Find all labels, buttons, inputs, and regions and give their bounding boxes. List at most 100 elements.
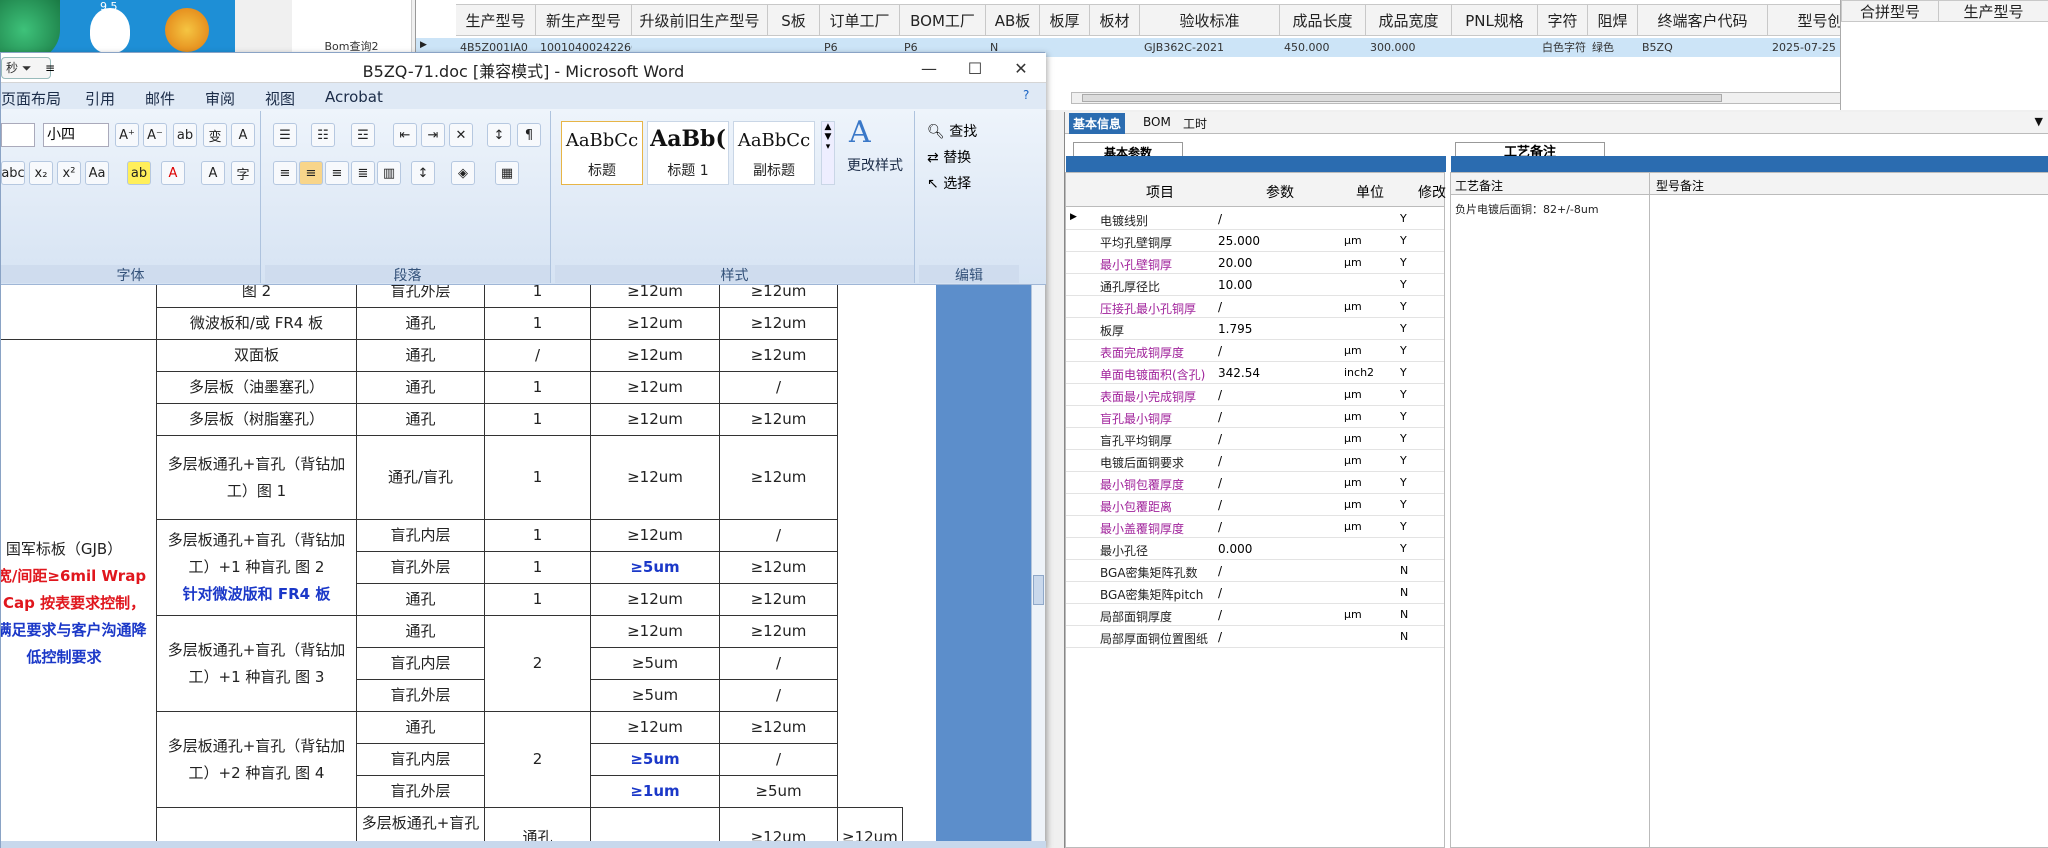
param-row[interactable]: ▶ 电镀线别 / Y: [1066, 208, 1444, 230]
borders-icon[interactable]: ▦: [495, 161, 519, 185]
process-note-text[interactable]: 负片电镀后面铜：82+/-8um: [1455, 201, 1599, 217]
maximize-icon[interactable]: ☐: [952, 53, 998, 83]
char-border-icon[interactable]: A: [231, 123, 255, 147]
styles-scroll[interactable]: ▲ ▼ ▾: [821, 121, 835, 185]
multilevel-list-icon[interactable]: ☲: [351, 123, 375, 147]
param-row[interactable]: 最小孔壁铜厚 20.00 μm Y: [1066, 252, 1444, 274]
grid-cell-12[interactable]: [1456, 38, 1538, 56]
numbering-icon[interactable]: ☷: [311, 123, 335, 147]
bom-query-shortcut[interactable]: Bom查询2: [292, 0, 660, 60]
style-title[interactable]: AaBbCc 标题: [561, 121, 643, 185]
sort-icon[interactable]: ↕: [487, 123, 511, 147]
show-marks-icon[interactable]: ¶: [517, 123, 541, 147]
grid-header-7[interactable]: 板厚: [1040, 4, 1090, 36]
distributed-icon[interactable]: ▥: [377, 161, 401, 185]
change-case-icon[interactable]: Aa: [85, 161, 109, 185]
grid-header-2[interactable]: 升级前旧生产型号: [632, 4, 768, 36]
tab-hours[interactable]: 工时: [1183, 115, 1207, 132]
gjb-category-cell[interactable]: 国军标板（GJB）线宽/间距≥6mil Wrap 和 Cap 按表要求控制，不满…: [1, 339, 157, 841]
replace-button[interactable]: ⇄ 替换: [927, 147, 971, 167]
grid-header-15[interactable]: 终端客户代码: [1638, 4, 1768, 36]
grid-header-1[interactable]: 新生产型号: [536, 4, 632, 36]
align-center-icon[interactable]: ≡: [299, 161, 323, 185]
help-icon[interactable]: ?: [1023, 88, 1029, 102]
param-row[interactable]: 压接孔最小孔铜厚 / μm Y: [1066, 296, 1444, 318]
close-icon[interactable]: ✕: [998, 53, 1044, 83]
param-row[interactable]: 局部面铜厚度 / μm N: [1066, 604, 1444, 626]
tab-acrobat[interactable]: Acrobat: [325, 88, 383, 106]
clear-format-icon[interactable]: ab: [173, 123, 197, 147]
enclosed-char-icon[interactable]: 字: [231, 161, 255, 185]
param-row[interactable]: 盲孔最小铜厚 / μm Y: [1066, 406, 1444, 428]
param-row[interactable]: 盲孔平均铜厚 / μm Y: [1066, 428, 1444, 450]
align-left-icon[interactable]: ≡: [273, 161, 297, 185]
col-modify[interactable]: 修改: [1418, 182, 1446, 202]
grid-cell-13[interactable]: 白色字符: [1542, 38, 1588, 56]
tab-mailings[interactable]: 邮件: [145, 88, 175, 109]
param-row[interactable]: 表面完成铜厚度 / μm Y: [1066, 340, 1444, 362]
param-row[interactable]: BGA密集矩阵孔数 / N: [1066, 560, 1444, 582]
char-shading-icon[interactable]: A: [201, 161, 225, 185]
col-unit[interactable]: 单位: [1356, 182, 1384, 202]
strikethrough-icon[interactable]: abc: [1, 161, 25, 185]
tab-basic-info[interactable]: 基本信息: [1069, 113, 1126, 134]
align-right-icon[interactable]: ≡: [325, 161, 349, 185]
param-row[interactable]: 通孔厚径比 10.00 Y: [1066, 274, 1444, 296]
bird-icon[interactable]: [90, 8, 130, 53]
param-row[interactable]: 最小铜包覆厚度 / μm Y: [1066, 472, 1444, 494]
grid-header-14[interactable]: 阻焊: [1588, 4, 1638, 36]
bullets-icon[interactable]: ☰: [273, 123, 297, 147]
document-page[interactable]: 图 2 盲孔外层 1 ≥12um ≥12um 微波板和/或 FR4 板通孔 1 ≥12um ≥1…: [1, 285, 936, 841]
style-subtitle[interactable]: AaBbCc 副标题: [733, 121, 815, 185]
grid-cell-7[interactable]: [1044, 38, 1090, 56]
phonetic-icon[interactable]: 变: [203, 123, 227, 147]
param-row[interactable]: 平均孔壁铜厚 25.000 μm Y: [1066, 230, 1444, 252]
grid-header-3[interactable]: S板: [768, 4, 820, 36]
grid-cell-9[interactable]: GJB362C-2021: [1144, 38, 1280, 56]
col-param[interactable]: 参数: [1266, 182, 1294, 202]
highlight-icon[interactable]: ab: [127, 161, 151, 185]
col-item[interactable]: 项目: [1146, 182, 1174, 202]
increase-indent-icon[interactable]: ⇥: [421, 123, 445, 147]
grid-header-11[interactable]: 成品宽度: [1366, 4, 1452, 36]
param-row[interactable]: 局部厚面铜位置图纸 / N: [1066, 626, 1444, 648]
dropdown-arrow-icon[interactable]: ▼: [2035, 115, 2043, 128]
grid-header-12[interactable]: PNL规格: [1452, 4, 1538, 36]
subscript-icon[interactable]: x₂: [29, 161, 53, 185]
font-name-box[interactable]: [1, 123, 35, 147]
change-styles-button[interactable]: 更改样式: [847, 155, 903, 175]
grid-header-5[interactable]: BOM工厂: [900, 4, 986, 36]
select-button[interactable]: ↖ 选择: [927, 173, 971, 193]
production-model-header[interactable]: 生产型号: [1939, 0, 2048, 22]
grid-header-8[interactable]: 板材: [1090, 4, 1140, 36]
param-row[interactable]: 最小包覆距离 / μm Y: [1066, 494, 1444, 516]
vertical-scrollbar[interactable]: [1031, 285, 1045, 841]
grid-header-6[interactable]: AB板: [986, 4, 1040, 36]
param-row[interactable]: 电镀后面铜要求 / μm Y: [1066, 450, 1444, 472]
grid-cell-10[interactable]: 450.000: [1284, 38, 1366, 56]
grid-header-0[interactable]: 生产型号: [456, 4, 536, 36]
find-button[interactable]: 🔍︎ 查找: [927, 121, 977, 141]
justify-icon[interactable]: ≣: [351, 161, 375, 185]
param-row[interactable]: 表面最小完成铜厚 / μm Y: [1066, 384, 1444, 406]
font-size-box[interactable]: 小四: [43, 123, 109, 147]
desktop-app-icon[interactable]: [0, 0, 60, 60]
shading-icon[interactable]: ◈: [451, 161, 475, 185]
col-model-note[interactable]: 型号备注: [1656, 177, 1704, 194]
grid-cell-15[interactable]: B5ZQ: [1642, 38, 1768, 56]
param-row[interactable]: 板厚 1.795 Y: [1066, 318, 1444, 340]
grid-header-10[interactable]: 成品长度: [1280, 4, 1366, 36]
grid-header-13[interactable]: 字符: [1538, 4, 1588, 36]
tab-review[interactable]: 审阅: [205, 88, 235, 109]
sun-icon[interactable]: [165, 8, 209, 52]
line-spacing-icon[interactable]: ↕: [411, 161, 435, 185]
col-process-note[interactable]: 工艺备注: [1455, 177, 1503, 194]
title-bar[interactable]: 秒 ⏷ ≡ B5ZQ-71.doc [兼容模式] - Microsoft Wor…: [1, 53, 1046, 83]
tab-view[interactable]: 视图: [265, 88, 295, 109]
grid-cell-8[interactable]: [1094, 38, 1140, 56]
tab-references[interactable]: 引用: [85, 88, 115, 109]
style-heading-1[interactable]: AaBb( 标题 1: [647, 121, 729, 185]
param-row[interactable]: 最小孔径 0.000 Y: [1066, 538, 1444, 560]
merge-model-header[interactable]: 合拼型号: [1841, 0, 1939, 22]
minimize-icon[interactable]: —: [906, 53, 952, 83]
